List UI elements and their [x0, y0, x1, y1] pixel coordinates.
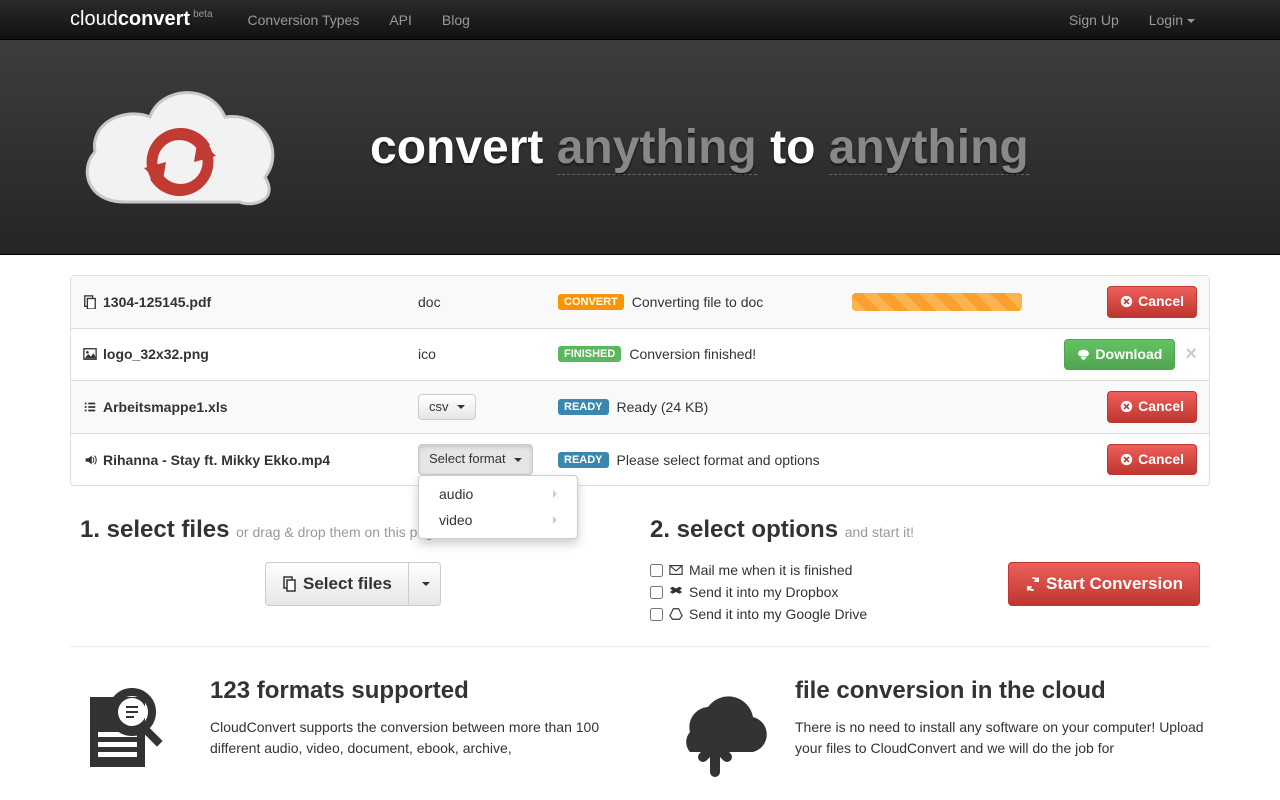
audio-icon	[83, 453, 97, 467]
format-select-button[interactable]: Select format	[418, 444, 533, 474]
option-gdrive-checkbox[interactable]	[650, 608, 663, 621]
cancel-icon	[1120, 400, 1133, 413]
section-select-options: 2. select options and start it! Mail me …	[640, 516, 1210, 606]
feature-title: 123 formats supported	[210, 677, 625, 705]
caret-icon	[514, 458, 522, 462]
chevron-right-icon	[553, 490, 557, 498]
close-icon[interactable]: ×	[1185, 344, 1197, 364]
file-name: Rihanna - Stay ft. Mikky Ekko.mp4	[103, 452, 330, 468]
file-row: Rihanna - Stay ft. Mikky Ekko.mp4 Select…	[71, 434, 1209, 486]
mail-icon	[669, 563, 683, 577]
nav-login[interactable]: Login	[1134, 0, 1210, 40]
file-format: doc	[418, 294, 558, 310]
brand-light: cloud	[70, 8, 118, 30]
caret-icon	[1187, 19, 1195, 23]
caret-icon	[422, 582, 430, 586]
image-icon	[83, 347, 97, 361]
feature-formats: 123 formats supported CloudConvert suppo…	[70, 677, 625, 777]
magnifier-doc-icon	[70, 677, 190, 777]
file-row: 1304-125145.pdf doc CONVERT Converting f…	[71, 276, 1209, 329]
tagline: convert anything to anything	[370, 120, 1029, 175]
status-text: Please select format and options	[617, 452, 820, 468]
divider	[70, 646, 1210, 647]
status-badge: READY	[558, 452, 609, 468]
dropbox-icon	[669, 585, 683, 599]
nav-blog[interactable]: Blog	[427, 0, 485, 40]
list-icon	[83, 400, 97, 414]
nav-api[interactable]: API	[374, 0, 427, 40]
section-title: 2. select options and start it!	[650, 516, 1200, 544]
caret-icon	[457, 405, 465, 409]
start-conversion-button[interactable]: Start Conversion	[1008, 562, 1200, 606]
hero: convert anything to anything	[0, 40, 1280, 255]
status-badge: READY	[558, 399, 609, 415]
cancel-icon	[1120, 453, 1133, 466]
files-icon	[282, 576, 298, 592]
chevron-right-icon	[553, 516, 557, 524]
brand-link[interactable]: cloudconvertbeta	[70, 8, 213, 31]
brand-bold: convert	[118, 8, 190, 30]
nav-conversion-types[interactable]: Conversion Types	[233, 0, 375, 40]
status-text: Ready (24 KB)	[617, 399, 709, 415]
option-gdrive[interactable]: Send it into my Google Drive	[650, 606, 1200, 622]
status-text: Conversion finished!	[629, 346, 756, 362]
nav-signup[interactable]: Sign Up	[1054, 0, 1134, 40]
status-badge: FINISHED	[558, 346, 621, 362]
format-dropdown: audio video	[418, 475, 578, 539]
progress-bar	[852, 293, 1022, 311]
option-mail-checkbox[interactable]	[650, 564, 663, 577]
navbar: cloudconvertbeta Conversion Types API Bl…	[0, 0, 1280, 40]
file-format: ico	[418, 346, 558, 362]
download-icon	[1077, 348, 1090, 361]
select-files-button[interactable]: Select files	[265, 562, 409, 606]
brand-beta: beta	[193, 9, 212, 20]
cancel-icon	[1120, 295, 1133, 308]
cancel-button[interactable]: Cancel	[1107, 444, 1197, 476]
format-option-audio[interactable]: audio	[419, 481, 577, 507]
nav-links: Conversion Types API Blog	[233, 0, 485, 40]
file-name: Arbeitsmappe1.xls	[103, 399, 228, 415]
cloud-upload-icon	[655, 677, 775, 777]
file-name: 1304-125145.pdf	[103, 294, 211, 310]
feature-cloud: file conversion in the cloud There is no…	[655, 677, 1210, 777]
file-table: 1304-125145.pdf doc CONVERT Converting f…	[70, 275, 1210, 486]
feature-title: file conversion in the cloud	[795, 677, 1210, 705]
copy-icon	[83, 295, 97, 309]
gdrive-icon	[669, 607, 683, 621]
file-name: logo_32x32.png	[103, 346, 209, 362]
feature-body: CloudConvert supports the conversion bet…	[210, 717, 625, 759]
refresh-icon	[1025, 576, 1041, 592]
feature-body: There is no need to install any software…	[795, 717, 1210, 759]
file-row: Arbeitsmappe1.xls csv READY Ready (24 KB…	[71, 381, 1209, 434]
download-button[interactable]: Download	[1064, 339, 1175, 371]
select-files-dropdown-toggle[interactable]	[409, 562, 441, 606]
status-badge: CONVERT	[558, 294, 624, 310]
cancel-button[interactable]: Cancel	[1107, 286, 1197, 318]
cancel-button[interactable]: Cancel	[1107, 391, 1197, 423]
cloud-logo	[70, 72, 290, 222]
status-text: Converting file to doc	[632, 294, 764, 310]
format-option-video[interactable]: video	[419, 507, 577, 533]
format-select-button[interactable]: csv	[418, 394, 476, 420]
option-dropbox-checkbox[interactable]	[650, 586, 663, 599]
file-row: logo_32x32.png ico FINISHED Conversion f…	[71, 329, 1209, 382]
